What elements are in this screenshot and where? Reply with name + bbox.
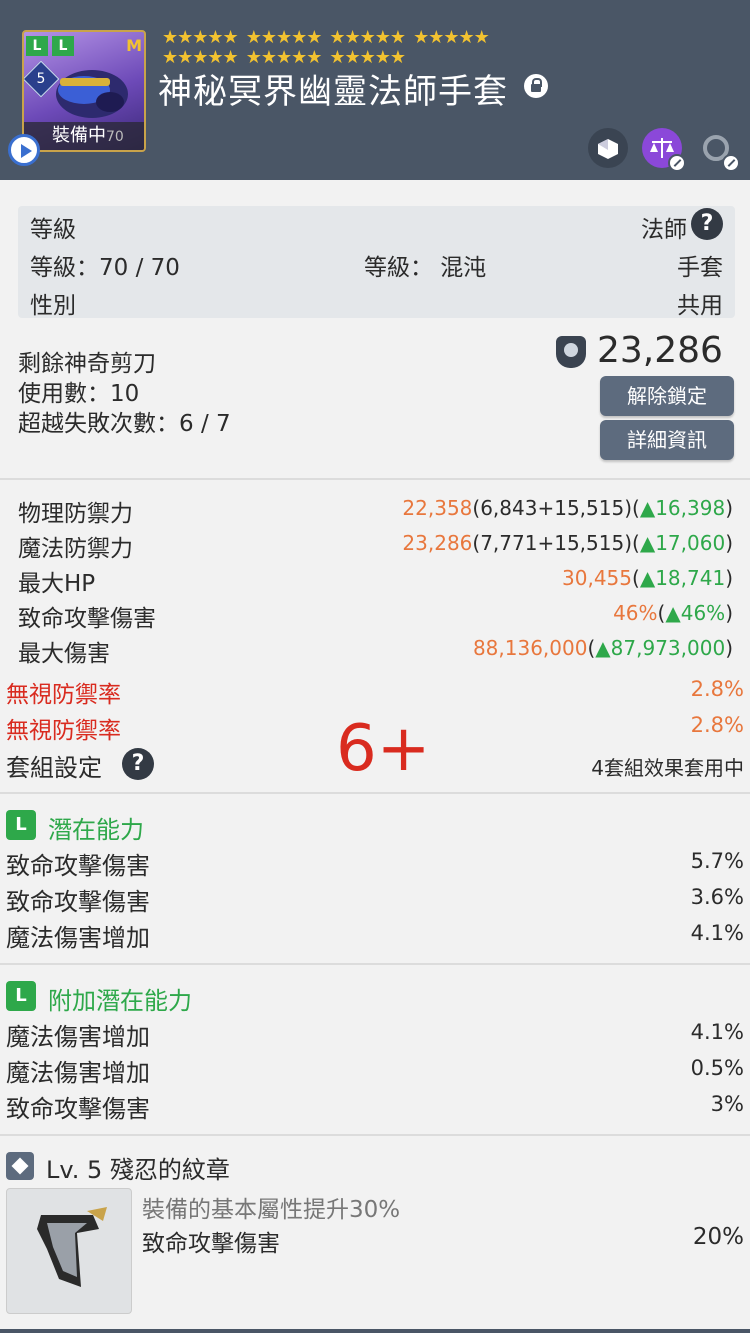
disabled-icon: [722, 154, 740, 172]
emblem-description: 裝備的基本屬性提升30%: [142, 1197, 401, 1223]
equipped-label: 裝備中70: [24, 122, 144, 150]
ignore-def-label: 無視防禦率: [6, 682, 121, 708]
remaining-scissors-label: 剩餘神奇剪刀: [18, 351, 156, 377]
unlock-button[interactable]: 解除鎖定: [600, 376, 734, 416]
potential-line-value: 4.1%: [690, 921, 744, 945]
gender-label: 性別: [30, 293, 76, 319]
uses-count: 使用數：10: [18, 381, 140, 407]
potential-line-label: 致命攻擊傷害: [6, 852, 150, 880]
set-help-icon[interactable]: ?: [122, 748, 154, 780]
star-row-1: ★★★★★ ★★★★★ ★★★★★ ★★★★★: [162, 27, 490, 48]
combat-power-icon: [556, 336, 586, 368]
item-header: L L M 5 裝備中70 ★★★★★ ★★★★★ ★★★★★ ★★★★★ ★★★★★…: [0, 0, 750, 180]
potential-title: 潛在能力: [48, 816, 144, 844]
ignore-def-label: 無視防禦率: [6, 718, 121, 744]
play-icon[interactable]: [8, 134, 40, 166]
stat-value: 46%(▲46%): [613, 601, 733, 625]
additional-line-value: 3%: [710, 1092, 744, 1116]
divider: [0, 792, 750, 794]
emblem-art-icon: [37, 1207, 107, 1287]
emblem-stat-value: 20%: [692, 1224, 744, 1250]
additional-line-label: 魔法傷害增加: [6, 1023, 150, 1051]
fail-count: 超越失敗次數：6 / 7: [18, 411, 231, 437]
stat-label: 物理防禦力: [18, 501, 133, 527]
divider: [0, 478, 750, 480]
info-box: 等級 法師 ? 等級：70 / 70 等級： 混沌 手套 性別 共用: [18, 206, 735, 319]
ignore-def-value: 2.8%: [690, 713, 744, 737]
job-label: 法師: [641, 217, 687, 243]
grade-label: 等級： 混沌: [364, 255, 487, 281]
detail-button[interactable]: 詳細資訊: [600, 420, 734, 460]
potential-line-value: 5.7%: [690, 849, 744, 873]
potential-grade-badge: L: [6, 810, 36, 840]
stat-value: 88,136,000(▲87,973,000): [472, 636, 733, 660]
set-label: 套組設定: [6, 754, 102, 782]
overlay-annotation: 6+: [336, 712, 431, 786]
transfer-icon[interactable]: [588, 128, 628, 168]
divider: [0, 1134, 750, 1136]
ignore-def-value: 2.8%: [690, 677, 744, 701]
stat-label: 最大傷害: [18, 641, 110, 667]
emblem-image: [6, 1188, 132, 1314]
help-icon[interactable]: ?: [691, 208, 723, 240]
scale-icon[interactable]: [642, 128, 686, 172]
stat-value: 22,358(6,843+15,515)(▲16,398): [402, 496, 733, 520]
set-status: 4套組效果套用中: [591, 756, 744, 780]
emblem-stat-label: 致命攻擊傷害: [142, 1231, 280, 1257]
additional-title: 附加潛在能力: [48, 987, 192, 1015]
bottom-edge: [0, 1329, 750, 1333]
stat-value: 30,455(▲18,741): [562, 566, 733, 590]
level-label: 等級: [30, 217, 76, 243]
additional-line-label: 魔法傷害增加: [6, 1059, 150, 1087]
disabled-icon: [668, 154, 686, 172]
potential-line-label: 魔法傷害增加: [6, 924, 150, 952]
stat-value: 23,286(7,771+15,515)(▲17,060): [402, 531, 733, 555]
gender-value: 共用: [677, 293, 723, 319]
combat-power-value: 23,286: [597, 330, 723, 371]
star-force-stars: ★★★★★ ★★★★★ ★★★★★ ★★★★★ ★★★★★ ★★★★★ ★★★★★: [162, 28, 582, 68]
divider: [0, 963, 750, 965]
lock-icon[interactable]: [524, 74, 548, 98]
item-icon[interactable]: L L M 5 裝備中70: [22, 30, 146, 152]
additional-line-value: 4.1%: [690, 1020, 744, 1044]
additional-line-value: 0.5%: [690, 1056, 744, 1080]
potential-line-value: 3.6%: [690, 885, 744, 909]
stat-label: 魔法防禦力: [18, 536, 133, 562]
cycle-icon[interactable]: [696, 128, 740, 172]
stat-label: 最大HP: [18, 571, 96, 597]
additional-grade-badge: L: [6, 981, 36, 1011]
additional-line-label: 致命攻擊傷害: [6, 1095, 150, 1123]
potential-line-label: 致命攻擊傷害: [6, 888, 150, 916]
level-value: 等級：70 / 70: [30, 255, 180, 281]
item-title: 神秘冥界幽靈法師手套: [158, 72, 508, 112]
item-type: 手套: [677, 255, 723, 281]
stat-label: 致命攻擊傷害: [18, 606, 156, 632]
emblem-icon: [6, 1152, 34, 1180]
emblem-title: Lv. 5 殘忍的紋章: [46, 1156, 230, 1184]
